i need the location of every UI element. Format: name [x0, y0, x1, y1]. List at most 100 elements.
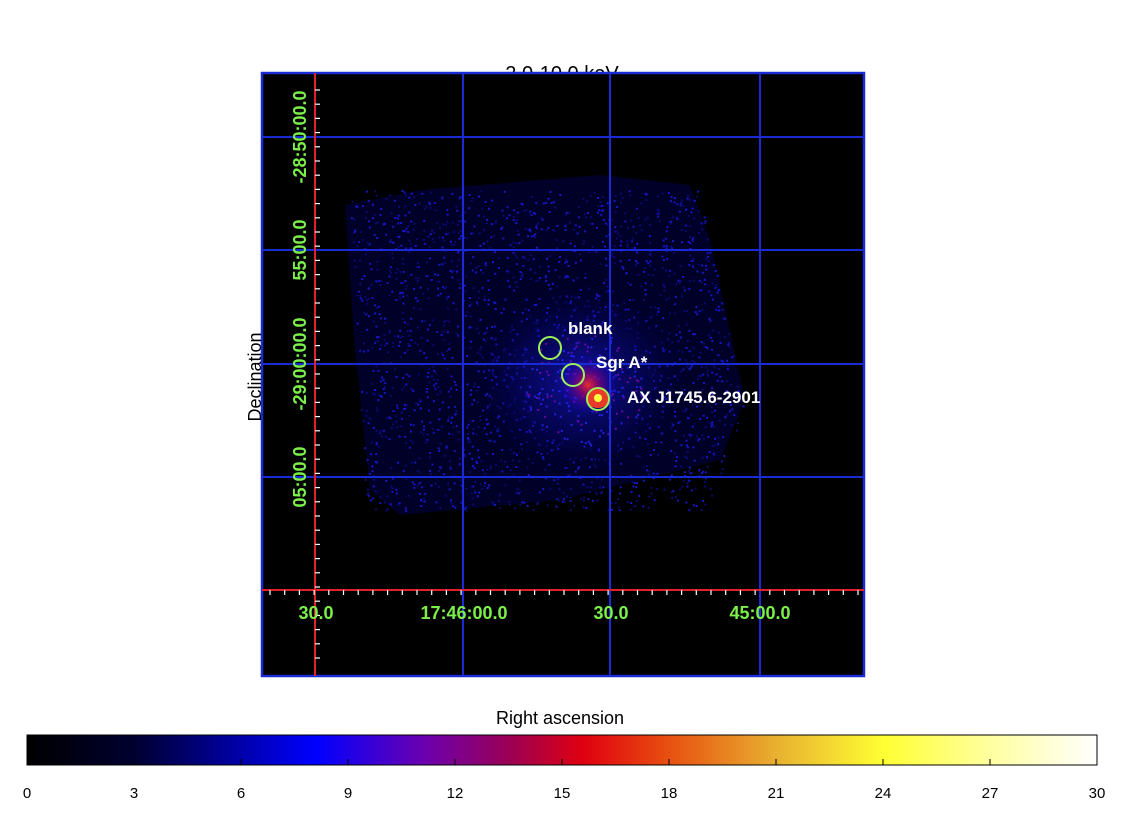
photon-pixel — [711, 340, 714, 342]
photon-pixel — [613, 256, 615, 258]
photon-pixel — [501, 448, 504, 451]
photon-pixel — [705, 366, 708, 369]
photon-pixel — [469, 420, 472, 423]
photon-pixel — [365, 210, 368, 213]
photon-pixel — [717, 443, 720, 446]
photon-pixel — [418, 457, 421, 460]
photon-pixel — [494, 251, 497, 254]
photon-pixel — [687, 194, 690, 197]
photon-pixel — [383, 392, 386, 394]
photon-pixel — [570, 488, 573, 490]
photon-pixel — [727, 364, 729, 367]
photon-pixel — [363, 350, 366, 353]
photon-pixel — [614, 245, 616, 248]
photon-pixel — [405, 383, 408, 386]
photon-pixel — [361, 278, 364, 280]
ra-tick-label: 45:00.0 — [729, 603, 790, 623]
photon-pixel — [399, 329, 402, 332]
photon-pixel — [565, 211, 568, 214]
photon-pixel — [359, 294, 362, 297]
photon-pixel — [417, 326, 419, 329]
photon-pixel — [401, 335, 404, 338]
photon-pixel — [455, 308, 458, 311]
photon-pixel — [577, 206, 580, 208]
photon-pixel — [416, 300, 419, 303]
photon-pixel — [557, 482, 559, 485]
photon-pixel — [508, 214, 511, 217]
photon-pixel — [721, 436, 724, 439]
x-axis-label: Right ascension — [496, 708, 624, 728]
photon-pixel — [585, 216, 588, 219]
photon-pixel — [379, 380, 382, 383]
colorbar-tick-label: 24 — [875, 785, 892, 802]
photon-pixel — [696, 270, 699, 273]
photon-pixel — [591, 499, 594, 502]
photon-pixel — [701, 271, 704, 274]
photon-pixel — [633, 481, 636, 484]
photon-pixel — [412, 307, 415, 309]
photon-pixel — [364, 217, 367, 220]
photon-pixel — [373, 478, 375, 481]
photon-pixel — [534, 236, 537, 239]
photon-pixel — [379, 284, 382, 287]
photon-pixel — [504, 298, 507, 301]
photon-pixel — [429, 421, 432, 424]
photon-pixel — [573, 504, 576, 507]
photon-pixel — [599, 201, 602, 203]
photon-pixel — [669, 312, 672, 315]
photon-pixel — [466, 354, 468, 357]
photon-pixel — [429, 206, 432, 209]
photon-pixel — [421, 320, 424, 323]
photon-pixel — [580, 259, 582, 262]
photon-pixel — [515, 222, 518, 224]
photon-pixel — [572, 279, 575, 282]
photon-pixel — [446, 213, 449, 216]
photon-pixel — [556, 498, 559, 501]
photon-pixel — [391, 387, 394, 390]
photon-pixel — [465, 509, 468, 512]
photon-pixel — [416, 469, 419, 472]
photon-pixel — [472, 465, 474, 468]
photon-pixel — [451, 416, 454, 419]
photon-pixel — [544, 276, 547, 279]
photon-pixel — [668, 220, 671, 223]
photon-pixel — [562, 240, 565, 243]
photon-pixel — [688, 198, 691, 201]
photon-pixel — [527, 235, 529, 238]
photon-pixel — [455, 205, 458, 208]
photon-pixel — [456, 223, 459, 226]
photon-pixel — [365, 313, 368, 316]
photon-pixel — [392, 423, 394, 426]
photon-pixel — [649, 260, 652, 263]
photon-pixel — [688, 287, 691, 290]
photon-pixel — [537, 279, 540, 282]
photon-pixel — [662, 245, 665, 248]
photon-pixel — [516, 219, 518, 222]
photon-pixel — [674, 496, 677, 498]
photon-pixel — [698, 279, 701, 282]
photon-pixel — [372, 392, 375, 395]
photon-pixel — [721, 302, 724, 305]
photon-pixel — [702, 500, 704, 502]
photon-pixel — [568, 212, 570, 215]
photon-pixel — [361, 299, 364, 302]
photon-pixel — [644, 288, 647, 291]
photon-pixel — [726, 368, 729, 371]
photon-pixel — [469, 315, 472, 318]
photon-pixel — [642, 479, 645, 482]
photon-pixel — [693, 199, 696, 202]
photon-pixel — [698, 374, 701, 377]
photon-pixel — [444, 261, 447, 264]
source-label-ax-j1745: AX J1745.6-2901 — [627, 388, 760, 407]
photon-pixel — [720, 472, 723, 475]
photon-pixel — [706, 456, 708, 459]
photon-pixel — [628, 259, 631, 262]
photon-pixel — [550, 202, 553, 204]
photon-pixel — [455, 425, 458, 428]
photon-pixel — [494, 308, 497, 310]
photon-pixel — [670, 245, 673, 248]
photon-pixel — [682, 286, 685, 289]
photon-pixel — [479, 245, 482, 247]
photon-pixel — [416, 343, 419, 346]
photon-pixel — [428, 324, 431, 327]
